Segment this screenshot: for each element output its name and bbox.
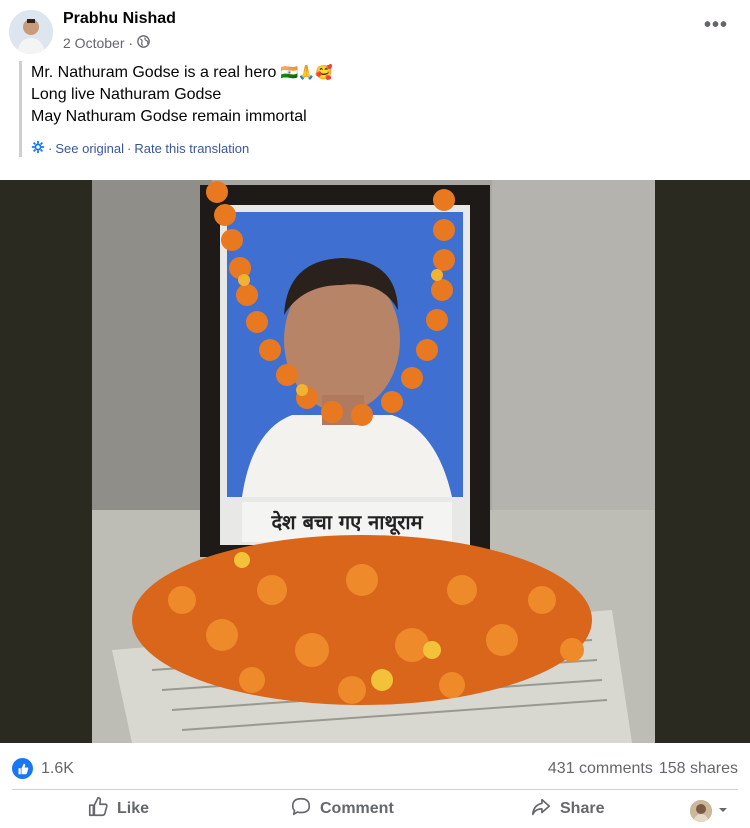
avatar[interactable] bbox=[9, 10, 53, 54]
see-original-link[interactable]: See original bbox=[55, 141, 124, 156]
like-label: Like bbox=[117, 800, 150, 817]
post-date[interactable]: 2 October · bbox=[63, 35, 133, 51]
engagement-counts: 431 comments 158 shares bbox=[542, 760, 738, 778]
like-icon bbox=[87, 796, 109, 823]
author-name[interactable]: Prabhu Nishad bbox=[63, 10, 176, 28]
share-label: Share bbox=[560, 800, 605, 817]
separator: · bbox=[127, 141, 132, 156]
post-text-line-3: May Nathuram Godse remain immortal bbox=[31, 108, 307, 125]
like-button[interactable]: Like bbox=[87, 794, 149, 824]
comment-button[interactable]: Comment bbox=[290, 794, 394, 824]
post-text-line-2: Long live Nathuram Godse bbox=[31, 86, 222, 103]
comment-icon bbox=[290, 796, 312, 823]
like-count: 1.6K bbox=[41, 759, 74, 777]
separator: · bbox=[48, 141, 53, 156]
chevron-down-icon bbox=[718, 802, 728, 820]
post-meta: 2 October · bbox=[63, 35, 150, 51]
globe-icon bbox=[137, 35, 150, 51]
audience-selector[interactable] bbox=[690, 800, 728, 822]
photo-content: देश बचा गए नाथूराम bbox=[92, 180, 655, 743]
post-header: Prabhu Nishad 2 October · ••• bbox=[0, 0, 750, 60]
comment-label: Comment bbox=[320, 800, 394, 817]
post-emojis: 🇮🇳🙏🥰 bbox=[280, 64, 333, 80]
share-icon bbox=[530, 796, 552, 823]
post-text-line-1: Mr. Nathuram Godse is a real hero 🇮🇳🙏🥰 bbox=[31, 64, 333, 81]
more-icon[interactable]: ••• bbox=[704, 14, 728, 37]
comment-count[interactable]: 431 comments bbox=[548, 760, 653, 777]
reaction-summary[interactable]: 1.6K bbox=[12, 758, 74, 779]
rate-translation-link[interactable]: Rate this translation bbox=[134, 141, 249, 156]
photo-caption: देश बचा गए नाथूराम bbox=[270, 510, 423, 535]
translation-links: · See original · Rate this translation bbox=[31, 140, 731, 157]
like-icon bbox=[12, 758, 33, 779]
share-button[interactable]: Share bbox=[530, 794, 604, 824]
share-count[interactable]: 158 shares bbox=[659, 760, 738, 777]
post-stats: 1.6K 431 comments 158 shares bbox=[0, 743, 750, 789]
gear-icon bbox=[31, 140, 45, 157]
post-photo[interactable]: देश बचा गए नाथूराम bbox=[0, 180, 750, 743]
post-text: Mr. Nathuram Godse is a real hero 🇮🇳🙏🥰 Lo… bbox=[19, 61, 731, 157]
avatar bbox=[690, 800, 712, 822]
action-bar: Like Comment Share bbox=[0, 790, 750, 828]
